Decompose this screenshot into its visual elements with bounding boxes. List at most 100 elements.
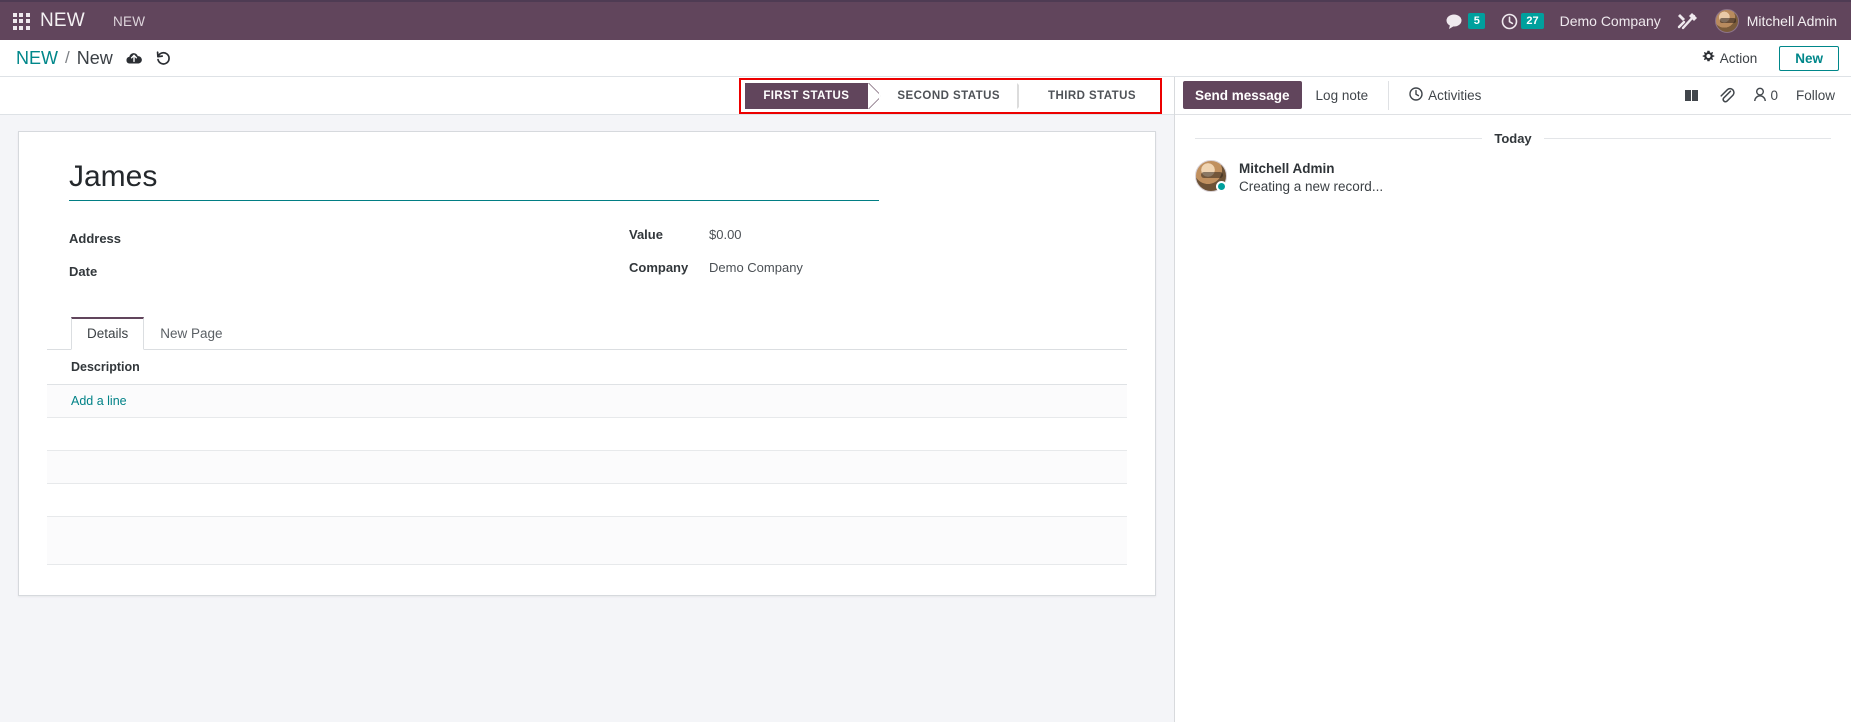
user-menu[interactable]: Mitchell Admin xyxy=(1714,9,1837,33)
statusbar-row: FIRST STATUS SECOND STATUS THIRD STATUS xyxy=(0,77,1174,115)
log-note-button[interactable]: Log note xyxy=(1302,77,1383,114)
follow-button[interactable]: Follow xyxy=(1796,88,1835,103)
statusbar-stage-label: SECOND STATUS xyxy=(897,90,1000,102)
schedule-activity-button[interactable]: Activities xyxy=(1395,77,1495,114)
messages-count-badge: 5 xyxy=(1468,13,1486,29)
gear-icon xyxy=(1702,50,1715,66)
followers-button[interactable]: 0 xyxy=(1753,87,1778,105)
statusbar-stage-label: THIRD STATUS xyxy=(1047,90,1136,102)
action-button[interactable]: Action xyxy=(1688,45,1772,71)
table-row xyxy=(47,450,1127,484)
control-panel: NEW / New Action New xyxy=(0,40,1851,77)
chat-bubble-icon xyxy=(1446,13,1465,30)
chatter-panel: Send message Log note Activities 0 Follo… xyxy=(1175,77,1851,722)
field-label-date: Date xyxy=(69,264,98,279)
one2many-list: Description Add a line xyxy=(47,350,1127,565)
messages-counter[interactable]: 5 xyxy=(1446,13,1486,30)
field-value-date[interactable] xyxy=(149,260,319,276)
tab-new-page[interactable]: New Page xyxy=(144,317,238,350)
paperclip-icon[interactable] xyxy=(1718,87,1736,104)
breadcrumb: NEW / New xyxy=(16,48,113,69)
followers-count-label: 0 xyxy=(1770,88,1778,103)
activities-count-badge: 27 xyxy=(1521,13,1544,29)
add-line-cell[interactable]: Add a line xyxy=(47,384,1127,418)
statusbar-stage-first[interactable]: FIRST STATUS xyxy=(745,83,883,109)
control-panel-buttons: Action New xyxy=(1688,45,1839,71)
chatter-actions: 0 Follow xyxy=(1683,77,1851,114)
avatar[interactable] xyxy=(1195,160,1227,192)
statusbar-highlight-box: FIRST STATUS SECOND STATUS THIRD STATUS xyxy=(739,78,1162,114)
apps-grid-icon[interactable] xyxy=(10,10,32,32)
form-sheet: Address Value $0.00 Date Company Demo Co… xyxy=(18,131,1156,596)
column-header-description[interactable]: Description xyxy=(47,350,1127,385)
breadcrumb-separator: / xyxy=(65,48,70,67)
user-name-label: Mitchell Admin xyxy=(1746,13,1837,29)
tools-icon[interactable] xyxy=(1677,11,1699,31)
record-name-input[interactable] xyxy=(69,158,879,201)
user-icon xyxy=(1753,87,1767,105)
main-content: FIRST STATUS SECOND STATUS THIRD STATUS xyxy=(0,77,1851,722)
chatter-toolbar: Send message Log note Activities 0 Follo… xyxy=(1175,77,1851,115)
add-a-line-link[interactable]: Add a line xyxy=(71,394,127,408)
sheet-footer-space xyxy=(47,565,1127,595)
chatter-divider xyxy=(1388,81,1390,110)
clock-icon xyxy=(1409,87,1423,104)
form-view-pane: FIRST STATUS SECOND STATUS THIRD STATUS xyxy=(0,77,1175,722)
undo-icon[interactable] xyxy=(155,50,172,66)
company-switcher[interactable]: Demo Company xyxy=(1560,13,1661,29)
notebook: Details New Page Description Add a line xyxy=(47,317,1127,595)
field-value: Value $0.00 xyxy=(629,227,1127,260)
field-value-value[interactable]: $0.00 xyxy=(709,227,742,242)
date-separator-label: Today xyxy=(1494,131,1532,146)
navbar-menu-new[interactable]: NEW xyxy=(113,14,145,29)
activities-counter[interactable]: 27 xyxy=(1501,13,1544,30)
cloud-upload-icon[interactable] xyxy=(125,51,143,65)
sheet-background: Address Value $0.00 Date Company Demo Co… xyxy=(0,115,1174,596)
table-row xyxy=(47,417,1127,451)
empty-cell xyxy=(47,417,1127,451)
field-value-address[interactable] xyxy=(149,227,319,243)
app-brand-name[interactable]: NEW xyxy=(40,10,85,32)
message-author[interactable]: Mitchell Admin xyxy=(1239,161,1383,176)
message-body: Mitchell Admin Creating a new record... xyxy=(1239,160,1383,194)
breadcrumb-current: New xyxy=(76,47,113,68)
top-navbar: NEW NEW 5 27 Demo Company Mitchell Admin xyxy=(0,0,1851,40)
statusbar-widget: FIRST STATUS SECOND STATUS THIRD STATUS xyxy=(745,83,1156,109)
breadcrumb-root[interactable]: NEW xyxy=(16,48,58,69)
empty-cell xyxy=(47,483,1127,517)
field-label-company: Company xyxy=(629,260,689,275)
new-record-button[interactable]: New xyxy=(1779,45,1839,71)
table-row xyxy=(47,516,1127,565)
navbar-right-group: 5 27 Demo Company Mitchell Admin xyxy=(1446,9,1837,33)
message-thread: Today Mitchell Admin Creating a new reco… xyxy=(1175,115,1851,722)
field-company: Company Demo Company xyxy=(629,260,1127,293)
tab-details[interactable]: Details xyxy=(71,317,145,350)
clock-icon xyxy=(1501,13,1518,30)
field-address: Address xyxy=(69,227,629,260)
book-icon[interactable] xyxy=(1683,88,1700,103)
field-label-address: Address xyxy=(69,231,122,246)
field-label-value: Value xyxy=(629,227,663,242)
list-header-row: Description xyxy=(47,350,1127,385)
statusbar-stage-label: FIRST STATUS xyxy=(763,90,850,102)
action-button-label: Action xyxy=(1719,50,1758,66)
list-header: Description xyxy=(47,350,1127,385)
notebook-tabs: Details New Page xyxy=(47,317,1127,350)
send-message-button[interactable]: Send message xyxy=(1183,81,1302,109)
date-separator: Today xyxy=(1195,131,1832,146)
online-status-dot xyxy=(1216,181,1227,192)
activities-label: Activities xyxy=(1428,88,1482,103)
message-text: Creating a new record... xyxy=(1239,179,1384,194)
empty-cell xyxy=(47,450,1127,484)
add-line-row[interactable]: Add a line xyxy=(47,384,1127,418)
date-separator-line-left xyxy=(1195,138,1483,139)
table-row xyxy=(47,483,1127,517)
empty-cell xyxy=(47,516,1127,565)
field-date: Date xyxy=(69,260,629,293)
record-title-row xyxy=(47,150,1127,201)
list-body: Add a line xyxy=(47,384,1127,565)
statusbar-stage-second[interactable]: SECOND STATUS xyxy=(868,83,1020,109)
statusbar-stage-third[interactable]: THIRD STATUS xyxy=(1016,83,1156,109)
field-value-company[interactable]: Demo Company xyxy=(709,260,803,275)
form-fields-grid: Address Value $0.00 Date Company Demo Co… xyxy=(47,227,1127,293)
